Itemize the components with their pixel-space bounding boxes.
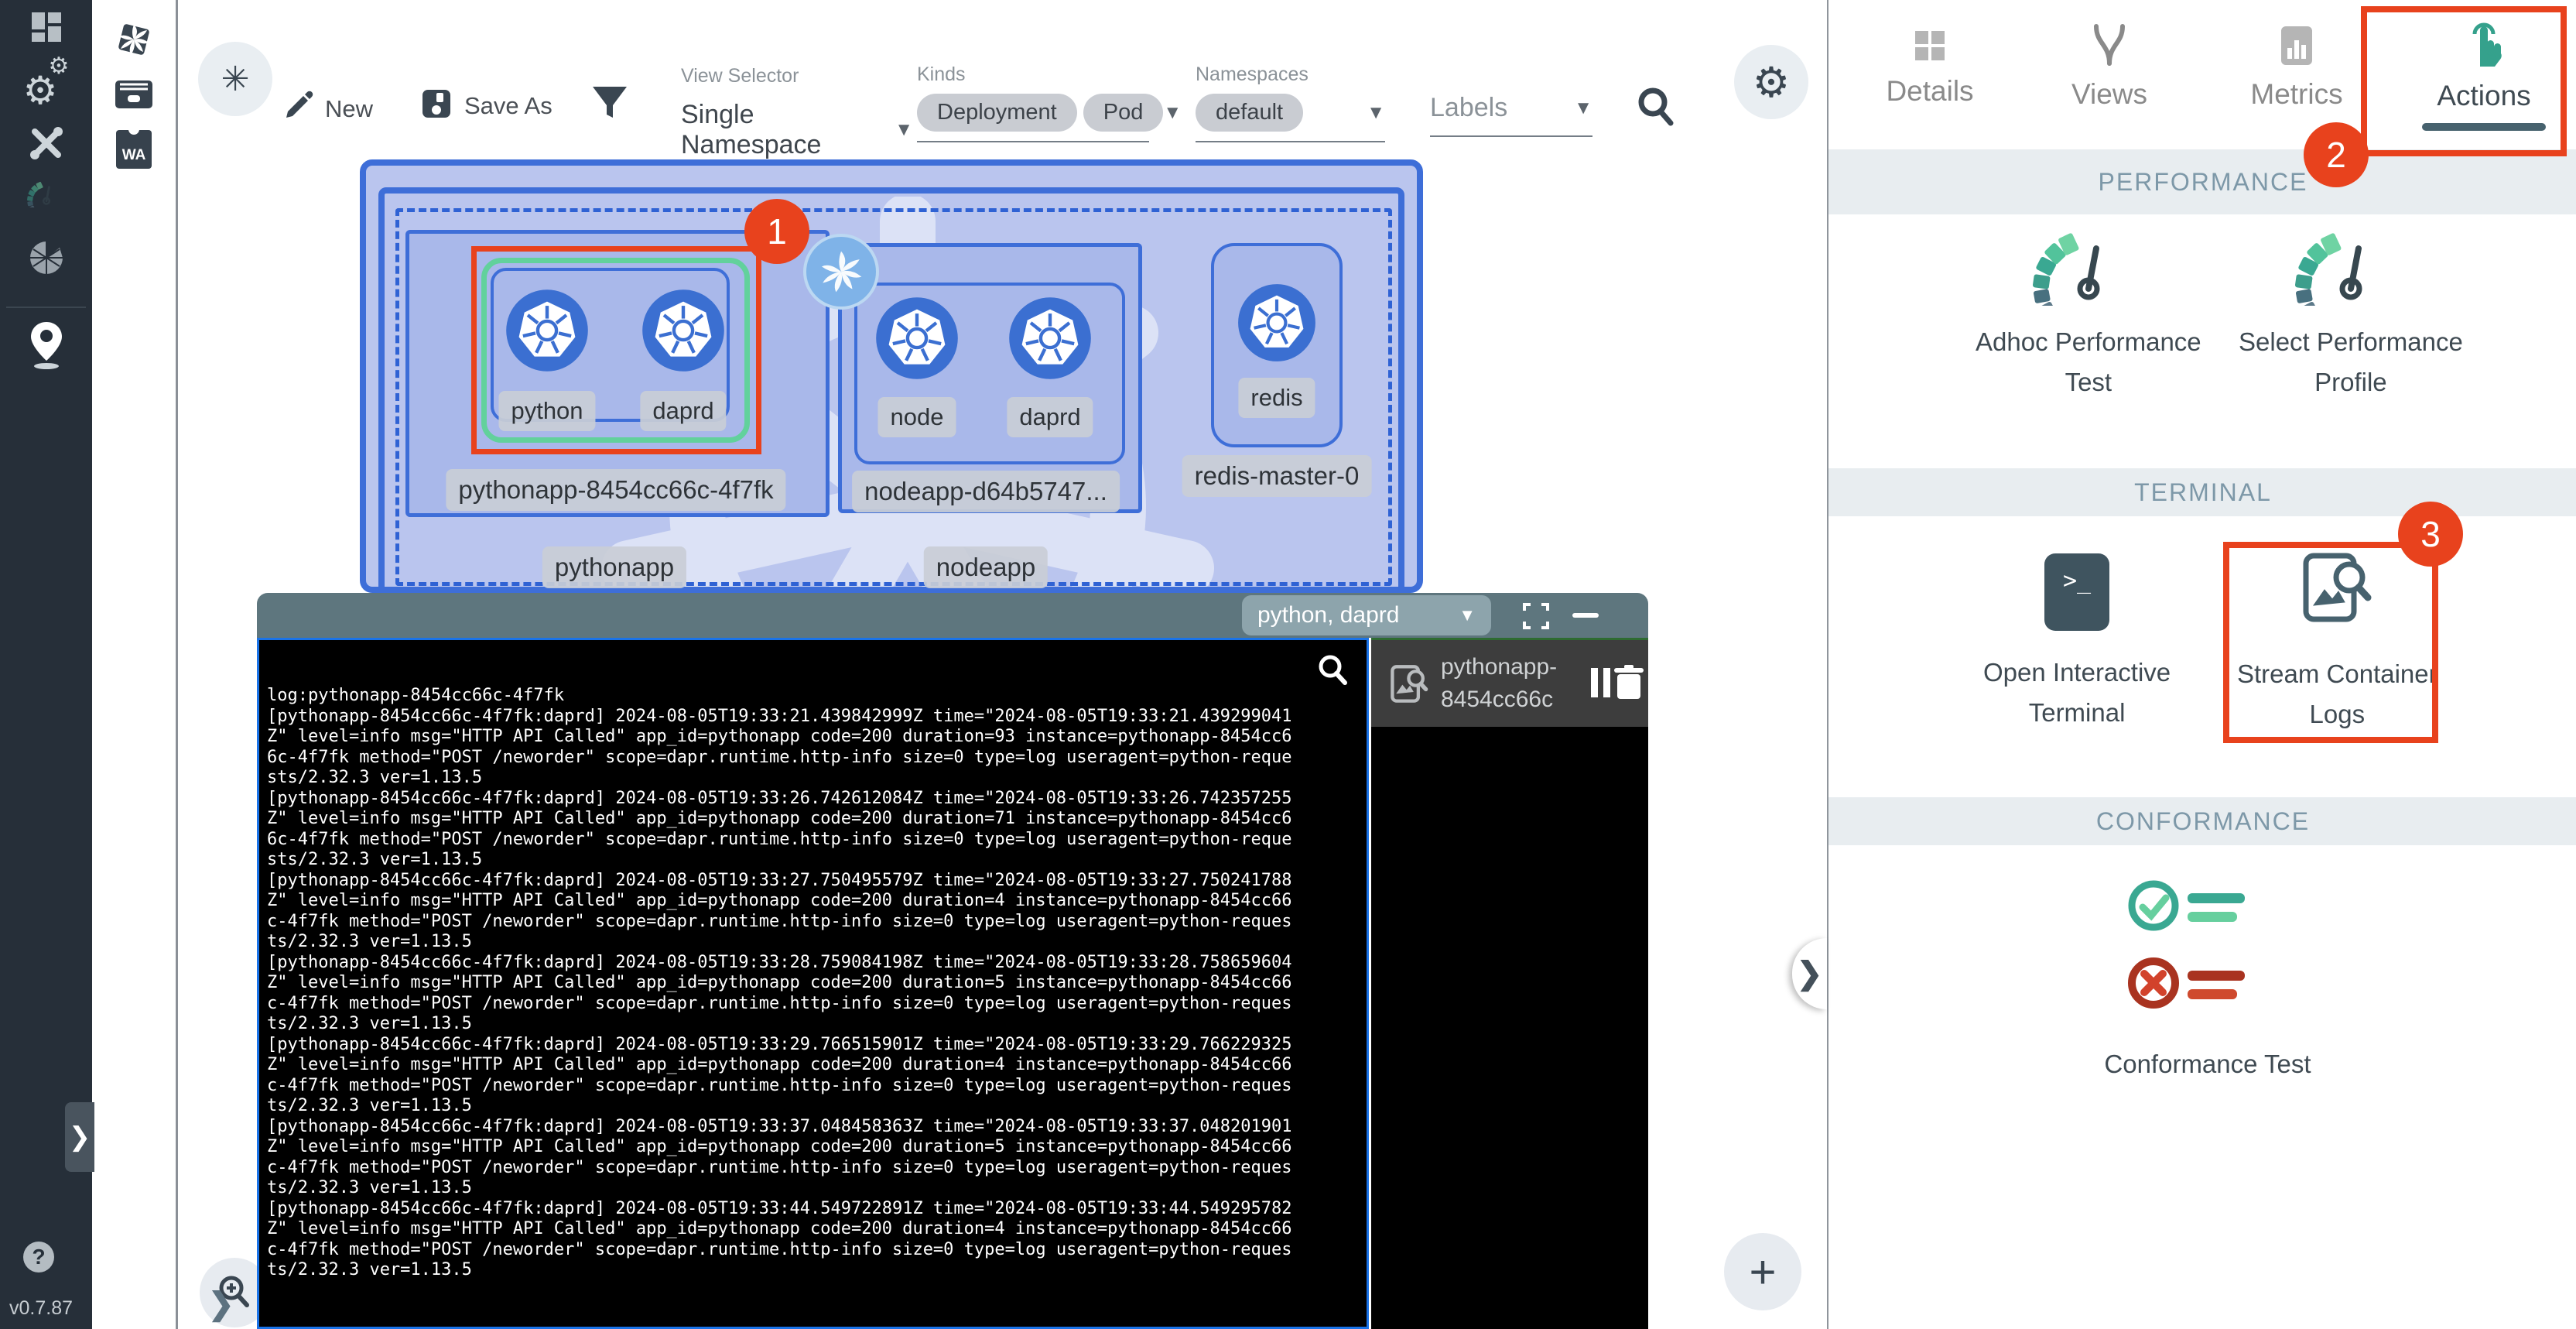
log-lines: log:pythonapp-8454cc66c-4f7fk[pythonapp-… bbox=[267, 686, 1359, 1281]
settings-gears-icon[interactable]: ⚙⚙ bbox=[0, 68, 92, 113]
trash-icon[interactable] bbox=[1613, 665, 1647, 700]
sidebar-expand-chevron[interactable]: ❯ bbox=[65, 1102, 94, 1172]
annotation-box-2 bbox=[2361, 6, 2567, 156]
tab-details[interactable]: Details bbox=[1836, 0, 2024, 147]
annotation-badge-1: 1 bbox=[744, 199, 809, 264]
container-label: daprd bbox=[1007, 397, 1093, 437]
conformance-test-action[interactable]: Conformance Test bbox=[2061, 875, 2355, 1084]
right-panel: Details Views Metrics Actions 2 PERFORMA… bbox=[1827, 0, 2576, 1329]
terminal-section-header: TERMINAL bbox=[1829, 468, 2576, 516]
gauge-icon bbox=[2293, 228, 2409, 306]
annotation-box-1 bbox=[471, 246, 761, 454]
chevron-down-icon: ▼ bbox=[895, 119, 913, 141]
stream-header: pythonapp- 8454cc66c bbox=[1371, 640, 1648, 727]
views-branch-icon bbox=[2090, 23, 2129, 67]
pod-name-label: pythonapp-8454cc66c-4f7fk bbox=[446, 469, 785, 511]
filter-funnel-icon[interactable] bbox=[590, 84, 630, 128]
log-search-icon[interactable] bbox=[1315, 653, 1351, 689]
conformance-section-header: CONFORMANCE bbox=[1829, 797, 2576, 845]
gauge-icon bbox=[2030, 228, 2147, 306]
select-performance-profile-action[interactable]: Select PerformanceProfile bbox=[2239, 228, 2463, 402]
help-icon[interactable]: ? bbox=[23, 1242, 54, 1272]
location-pin-icon[interactable] bbox=[0, 320, 92, 370]
container-label: node bbox=[878, 397, 956, 437]
search-icon[interactable] bbox=[1634, 85, 1678, 132]
asterisk-icon: ✳ bbox=[221, 60, 250, 99]
chevron-down-icon: ▼ bbox=[1367, 102, 1385, 124]
annotation-badge-3: 3 bbox=[2398, 502, 2463, 567]
view-selector[interactable]: View Selector Single Namespace ▼ bbox=[681, 65, 913, 173]
container-redis-icon[interactable] bbox=[1237, 283, 1317, 363]
dapr-spinner-icon[interactable] bbox=[803, 234, 879, 310]
kinds-filter[interactable]: Kinds Deployment Pod ▼ bbox=[917, 63, 1149, 142]
panel-collapse-chevron[interactable]: ❯ bbox=[1792, 938, 1827, 1009]
pod-name-label: nodeapp-d64b5747... bbox=[852, 471, 1120, 512]
adhoc-performance-test-action[interactable]: Adhoc PerformanceTest bbox=[1976, 228, 2201, 402]
mesh-pie-icon[interactable] bbox=[0, 240, 92, 276]
kind-chip-deployment[interactable]: Deployment bbox=[917, 94, 1077, 132]
chevron-down-icon: ▼ bbox=[1163, 102, 1182, 124]
terminal-header[interactable]: python, daprd ▼ bbox=[257, 593, 1648, 638]
log-panel[interactable]: log:pythonapp-8454cc66c-4f7fk[pythonapp-… bbox=[257, 638, 1369, 1329]
deployment-name-label: nodeapp bbox=[924, 546, 1048, 588]
rail-expand-chevron[interactable]: ❯ bbox=[208, 1286, 234, 1322]
add-button[interactable]: + bbox=[1724, 1233, 1801, 1310]
container-label: redis bbox=[1238, 378, 1315, 418]
tab-views[interactable]: Views bbox=[2016, 0, 2203, 147]
new-button[interactable]: New bbox=[280, 90, 373, 128]
sidebar-divider bbox=[6, 307, 86, 308]
left-sidebar: ⚙⚙ ❯ ? v0.7.87 bbox=[0, 0, 92, 1329]
chevron-down-icon: ▼ bbox=[1459, 605, 1476, 625]
namespaces-filter[interactable]: Namespaces default ▼ bbox=[1196, 63, 1385, 142]
settings-button[interactable]: ⚙ bbox=[1734, 45, 1808, 119]
pencil-icon bbox=[280, 90, 314, 128]
view-selector-label: View Selector bbox=[681, 65, 913, 87]
metrics-chart-icon bbox=[2280, 25, 2314, 67]
annotation-box-3 bbox=[2223, 542, 2438, 743]
labels-filter[interactable]: Labels ▼ bbox=[1430, 93, 1592, 137]
tools-icon[interactable] bbox=[0, 125, 92, 161]
fullscreen-icon[interactable] bbox=[1522, 602, 1550, 630]
annotation-badge-2: 2 bbox=[2304, 122, 2369, 187]
chevron-down-icon: ▼ bbox=[1574, 98, 1592, 119]
container-select[interactable]: python, daprd ▼ bbox=[1242, 595, 1491, 635]
archive-box-icon[interactable] bbox=[92, 74, 176, 110]
stream-logs-icon bbox=[1388, 663, 1430, 705]
kind-chip-pod[interactable]: Pod bbox=[1083, 94, 1164, 132]
details-grid-icon bbox=[1912, 28, 1948, 63]
conformance-checklist-icon bbox=[2123, 875, 2293, 1022]
deployment-name-label: pythonapp bbox=[542, 546, 686, 588]
pod-name-label: redis-master-0 bbox=[1182, 455, 1372, 497]
gear-icon: ⚙ bbox=[1753, 58, 1790, 107]
floppy-icon bbox=[419, 87, 453, 125]
stream-title: pythonapp- 8454cc66c bbox=[1441, 651, 1557, 716]
open-interactive-terminal-action[interactable]: >_ Open InteractiveTerminal bbox=[1983, 553, 2171, 733]
version-label: v0.7.87 bbox=[9, 1297, 73, 1320]
terminal-overlay: python, daprd ▼ log:pythonapp-8454cc66c-… bbox=[257, 593, 1648, 1329]
stream-panel: pythonapp- 8454cc66c bbox=[1371, 638, 1648, 1329]
terminal-prompt-icon: >_ bbox=[2044, 553, 2109, 631]
container-node-icon[interactable] bbox=[874, 296, 960, 381]
performance-gauge-icon[interactable] bbox=[0, 180, 92, 207]
pinwheel-app-icon[interactable] bbox=[92, 20, 176, 59]
webassembly-icon[interactable]: WA bbox=[92, 130, 176, 169]
container-daprd-icon[interactable] bbox=[1007, 296, 1093, 381]
app-mode-button[interactable]: ✳ bbox=[198, 42, 272, 116]
app-rail: WA ❯ bbox=[92, 0, 178, 1329]
performance-section-header: PERFORMANCE bbox=[1829, 149, 2576, 214]
pause-icon[interactable] bbox=[1591, 668, 1610, 697]
save-as-button[interactable]: Save As bbox=[419, 87, 552, 125]
dashboard-icon[interactable] bbox=[0, 11, 92, 43]
minimize-icon[interactable] bbox=[1572, 613, 1599, 618]
namespace-chip-default[interactable]: default bbox=[1196, 94, 1303, 132]
